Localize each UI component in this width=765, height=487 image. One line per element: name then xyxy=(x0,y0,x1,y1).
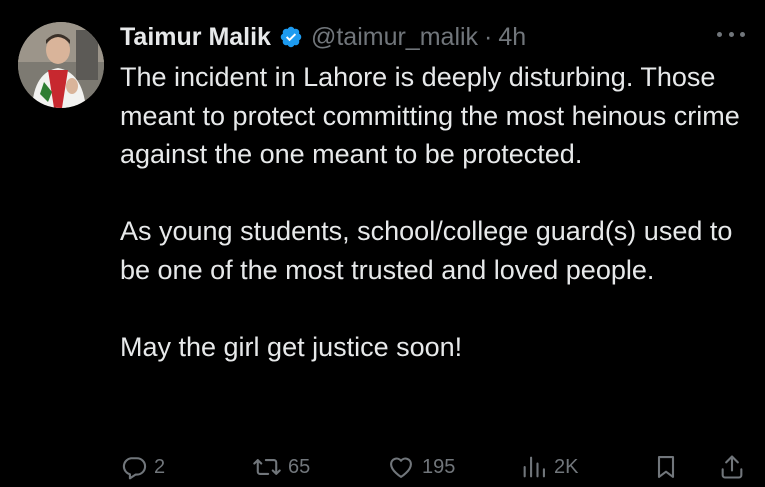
tweet-timestamp[interactable]: 4h xyxy=(498,23,526,52)
tweet[interactable]: Taimur Malik @taimur_malik · 4h The inci… xyxy=(0,0,765,487)
header-separator: · xyxy=(484,22,493,51)
tweet-header: Taimur Malik @taimur_malik · 4h xyxy=(120,20,526,54)
author-name[interactable]: Taimur Malik xyxy=(120,23,271,52)
more-horizontal-icon[interactable] xyxy=(717,24,745,44)
views-count: 2K xyxy=(554,455,579,478)
tweet-text: The incident in Lahore is deeply disturb… xyxy=(120,58,750,367)
reply-button[interactable]: 2 xyxy=(120,452,165,482)
tweet-paragraph: The incident in Lahore is deeply disturb… xyxy=(120,62,740,170)
heart-icon xyxy=(386,453,416,481)
views-button[interactable]: 2K xyxy=(520,452,578,482)
like-count: 195 xyxy=(422,455,456,478)
like-button[interactable]: 195 xyxy=(386,452,455,482)
repost-icon xyxy=(252,453,282,481)
reply-icon xyxy=(120,453,148,481)
tweet-paragraph: May the girl get justice soon! xyxy=(120,332,463,363)
tweet-paragraph: As young students, school/college guard(… xyxy=(120,216,733,285)
author-handle[interactable]: @taimur_malik xyxy=(311,23,478,52)
tweet-actions: 2 65 195 2K xyxy=(120,452,750,482)
share-icon xyxy=(718,453,746,481)
avatar[interactable] xyxy=(18,22,104,108)
views-bar-chart-icon xyxy=(520,453,548,481)
verified-badge-icon[interactable] xyxy=(279,25,303,49)
reply-count: 2 xyxy=(154,455,166,478)
bookmark-button[interactable] xyxy=(652,452,680,482)
repost-button[interactable]: 65 xyxy=(252,452,310,482)
repost-count: 65 xyxy=(288,455,311,478)
bookmark-icon xyxy=(652,453,680,481)
share-button[interactable] xyxy=(718,452,746,482)
